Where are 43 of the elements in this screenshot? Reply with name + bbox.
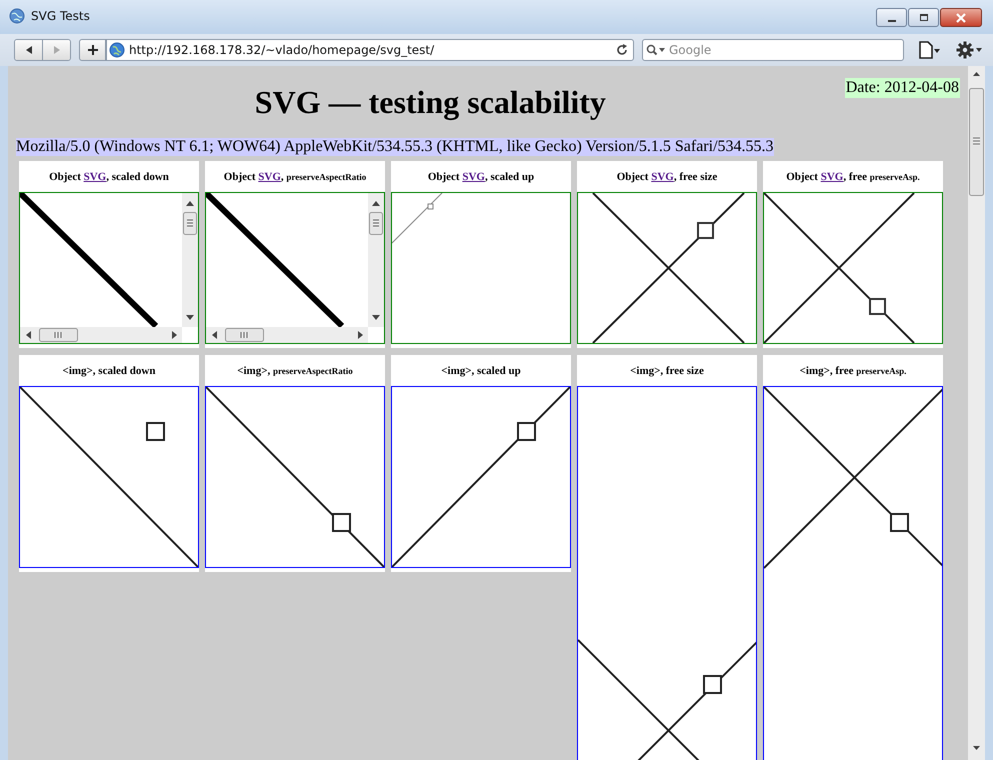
card-caption: Object SVG, preserveAspectRatio: [222, 170, 368, 184]
url-field[interactable]: http://192.168.178.32/~vlado/homepage/svg_test/: [106, 39, 634, 61]
card-caption: <img>, scaled up: [440, 364, 522, 378]
close-icon: [955, 12, 967, 22]
forward-arrow-icon: [52, 45, 62, 55]
add-bookmark-button[interactable]: [79, 39, 106, 61]
settings-icon[interactable]: [956, 41, 984, 59]
svg-link[interactable]: SVG: [258, 170, 281, 182]
vertical-scrollbar[interactable]: [368, 193, 384, 327]
svg-link[interactable]: SVG: [84, 170, 106, 182]
card-caption: <img>, scaled down: [62, 364, 156, 378]
maximize-button[interactable]: [908, 8, 939, 27]
minimize-button[interactable]: [876, 8, 907, 27]
page-menu-icon[interactable]: [918, 41, 942, 59]
horizontal-scrollbar[interactable]: [20, 327, 182, 343]
back-arrow-icon: [24, 45, 34, 55]
card-caption: Object SVG, scaled up: [426, 170, 536, 184]
svg-link[interactable]: SVG: [462, 170, 485, 182]
globe-icon: [9, 8, 25, 24]
globe-icon: [109, 42, 125, 58]
card-caption: Object SVG, free preserveAsp.: [785, 170, 921, 184]
svg-link[interactable]: SVG: [820, 170, 844, 182]
user-agent-text: Mozilla/5.0 (Windows NT 6.1; WOW64) AppleWebKit/534.55.3 (KHTML, like Gecko) Version/5.1.5 Safari/534.55.3: [16, 138, 774, 156]
search-icon[interactable]: [646, 44, 666, 56]
card-caption: <img>, free size: [629, 364, 705, 378]
window-title: SVG Tests: [31, 9, 91, 23]
vertical-scrollbar[interactable]: [182, 193, 198, 327]
page-heading: SVG — testing scalability: [254, 84, 607, 120]
back-button[interactable]: [15, 40, 42, 60]
close-button[interactable]: [940, 8, 982, 27]
horizontal-scrollbar[interactable]: [206, 327, 368, 343]
card-caption: <img>, free preserveAsp.: [798, 364, 908, 378]
card-caption: Object SVG, free size: [616, 170, 718, 184]
plus-icon: [86, 44, 98, 56]
search-field[interactable]: Google: [642, 39, 904, 61]
svg-link[interactable]: SVG: [651, 170, 674, 182]
card-caption: <img>, preserveAspectRatio: [236, 364, 354, 378]
page-scrollbar[interactable]: [968, 66, 985, 760]
reload-icon[interactable]: [616, 44, 628, 56]
date-label: Date: 2012-04-08: [844, 78, 960, 98]
maximize-icon: [918, 12, 930, 22]
minimize-icon: [888, 20, 896, 22]
card-caption: Object SVG, scaled down: [48, 170, 170, 184]
